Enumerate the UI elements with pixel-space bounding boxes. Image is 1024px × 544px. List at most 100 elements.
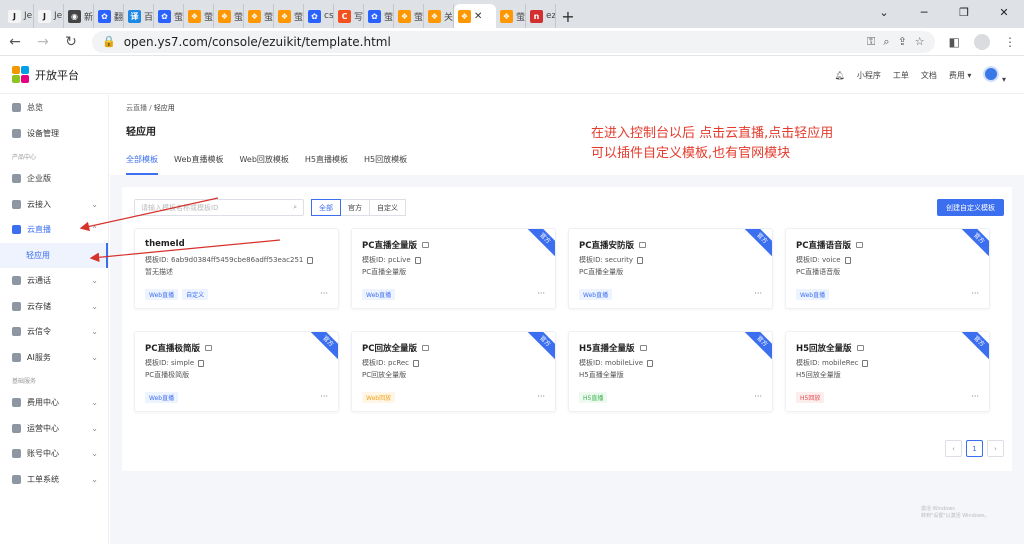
sidebar-item[interactable]: 云通话 ⌄: [0, 268, 108, 294]
share-icon[interactable]: ⇪: [898, 35, 907, 48]
url-bar[interactable]: 🔒 open.ys7.com/console/ezuikit/template.…: [92, 30, 935, 53]
image-icon[interactable]: [638, 242, 646, 248]
sidebar-item[interactable]: 云信令 ⌄: [0, 319, 108, 345]
browser-tab[interactable]: ❖ 萤: [394, 4, 424, 28]
template-card[interactable]: H5直播全量版 模板ID: mobileLive H5直播全量版 H5直播 ··· 官方: [568, 331, 773, 412]
bookmark-star-icon[interactable]: ☆: [915, 35, 925, 48]
browser-tab[interactable]: C写: [334, 4, 364, 28]
template-card[interactable]: PC直播极简版 模板ID: simple PC直播极简版 Web直播 ··· 官方: [134, 331, 339, 412]
browser-tab[interactable]: 译百: [124, 4, 154, 28]
browser-tab[interactable]: n ez: [526, 4, 556, 28]
tab-close-icon[interactable]: ✕: [474, 11, 482, 22]
page-number[interactable]: 1: [966, 440, 983, 457]
copy-icon[interactable]: [647, 359, 654, 367]
header-link-ticket[interactable]: 工单: [893, 70, 909, 81]
more-options-icon[interactable]: ···: [754, 392, 762, 401]
browser-tab[interactable]: ❖ 萤: [214, 4, 244, 28]
browser-tab[interactable]: ✿ 萤: [154, 4, 184, 28]
copy-icon[interactable]: [637, 256, 643, 264]
more-options-icon[interactable]: ···: [971, 289, 979, 298]
breadcrumb-parent[interactable]: 云直播: [126, 104, 147, 112]
browser-tab[interactable]: ✿ 翻: [94, 4, 124, 28]
back-arrow-icon[interactable]: ←: [8, 34, 22, 50]
browser-tab[interactable]: ❖ ✕: [454, 4, 496, 28]
sidebar-item[interactable]: 账号中心 ⌄: [0, 441, 108, 467]
browser-tab[interactable]: ❖ 萤: [184, 4, 214, 28]
sidebar-item[interactable]: 运营中心 ⌄: [0, 416, 108, 442]
sidebar-item[interactable]: 设备管理: [0, 121, 108, 147]
template-card[interactable]: PC直播安防版 模板ID: security PC直播全量版 Web直播 ··· 官方: [568, 228, 773, 309]
browser-tab[interactable]: ◉ 新: [64, 4, 94, 28]
browser-tab[interactable]: ❖ 关: [424, 4, 454, 28]
minimize-button[interactable]: ─: [904, 0, 944, 24]
sidebar-item[interactable]: 云存储 ⌄: [0, 294, 108, 320]
template-card[interactable]: PC直播全量版 模板ID: pcLive PC直播全量版 Web直播 ··· 官方: [351, 228, 556, 309]
zoom-icon[interactable]: ⌕: [883, 35, 889, 49]
maximize-button[interactable]: ❐: [944, 0, 984, 24]
more-options-icon[interactable]: ···: [971, 392, 979, 401]
template-tab[interactable]: H5直播模板: [305, 154, 348, 175]
sidebar-item[interactable]: 费用中心 ⌄: [0, 390, 108, 416]
filter-button[interactable]: 全部: [311, 199, 341, 216]
image-icon[interactable]: [855, 242, 863, 248]
copy-icon[interactable]: [198, 359, 205, 367]
sidebar-item[interactable]: 总览: [0, 95, 108, 121]
template-card[interactable]: H5回放全量版 模板ID: mobileRec H5回放全量版 H5回放 ··· 官方: [785, 331, 990, 412]
search-icon[interactable]: ⌕: [293, 203, 297, 212]
forward-arrow-icon[interactable]: →: [36, 34, 50, 50]
bell-icon[interactable]: 🔔︎: [835, 71, 845, 80]
lock-icon[interactable]: 🔒: [102, 35, 116, 48]
copy-icon[interactable]: [413, 359, 420, 367]
image-icon[interactable]: [856, 345, 864, 351]
template-tab[interactable]: Web回放模板: [239, 154, 288, 175]
sidebar-item[interactable]: AI服务 ⌄: [0, 345, 108, 371]
image-icon[interactable]: [421, 242, 429, 248]
copy-icon[interactable]: [307, 256, 314, 264]
profile-avatar-icon[interactable]: [974, 33, 990, 50]
browser-tab[interactable]: ✿ cs: [304, 4, 334, 28]
close-window-button[interactable]: ✕: [984, 0, 1024, 24]
header-link-docs[interactable]: 文档: [921, 70, 937, 81]
sidebar-item[interactable]: 工单系统 ⌄: [0, 467, 108, 493]
template-card[interactable]: themeId 模板ID: 6ab9d0384ff5459cbe86adff53e…: [134, 228, 339, 309]
sidebar-item[interactable]: 云接入 ⌄: [0, 192, 108, 218]
image-icon[interactable]: [421, 345, 429, 351]
prev-page-button[interactable]: ‹: [945, 440, 962, 457]
header-link-miniprogram[interactable]: 小程序: [857, 70, 881, 81]
template-card[interactable]: PC回放全量版 模板ID: pcRec PC回放全量版 Web回放 ··· 官方: [351, 331, 556, 412]
template-tab[interactable]: 全部模板: [126, 154, 158, 175]
header-link-billing[interactable]: 费用 ▾: [949, 70, 972, 81]
reload-icon[interactable]: ↻: [64, 34, 78, 50]
new-tab-button[interactable]: +: [556, 4, 580, 28]
key-icon[interactable]: ⚿: [867, 35, 875, 49]
search-input[interactable]: 请输入模板名称或模板ID ⌕: [134, 199, 304, 216]
image-icon[interactable]: [639, 345, 647, 351]
browser-tab[interactable]: ❖ 萤: [244, 4, 274, 28]
template-tab[interactable]: Web直播模板: [174, 154, 223, 175]
copy-icon[interactable]: [414, 256, 421, 264]
copy-icon[interactable]: [862, 359, 869, 367]
image-icon[interactable]: [204, 345, 212, 351]
browser-tab[interactable]: ❖ 萤: [274, 4, 304, 28]
filter-button[interactable]: 自定义: [369, 199, 406, 216]
tab-search-icon[interactable]: ⌄: [864, 0, 904, 24]
more-options-icon[interactable]: ···: [754, 289, 762, 298]
copy-icon[interactable]: [844, 256, 851, 264]
browser-tab[interactable]: ✿ 萤: [364, 4, 394, 28]
more-options-icon[interactable]: ···: [320, 392, 328, 401]
logo[interactable]: 开放平台: [12, 65, 79, 84]
sidebar-item[interactable]: 云直播 ⌃: [0, 217, 108, 243]
browser-tab[interactable]: J Je: [34, 4, 64, 28]
browser-menu-icon[interactable]: ⋮: [1004, 35, 1016, 49]
more-options-icon[interactable]: ···: [537, 392, 545, 401]
template-card[interactable]: PC直播语音版 模板ID: voice PC直播语音版 Web直播 ··· 官方: [785, 228, 990, 309]
sidebar-item[interactable]: 企业版: [0, 166, 108, 192]
sidepanel-icon[interactable]: ◧: [949, 35, 960, 49]
template-tab[interactable]: H5回放模板: [364, 154, 407, 175]
more-options-icon[interactable]: ···: [537, 289, 545, 298]
url-text[interactable]: open.ys7.com/console/ezuikit/template.ht…: [124, 35, 859, 49]
browser-tab[interactable]: ❖ 萤: [496, 4, 526, 28]
next-page-button[interactable]: ›: [987, 440, 1004, 457]
user-menu[interactable]: ▾: [983, 66, 1006, 84]
filter-button[interactable]: 官方: [340, 199, 370, 216]
